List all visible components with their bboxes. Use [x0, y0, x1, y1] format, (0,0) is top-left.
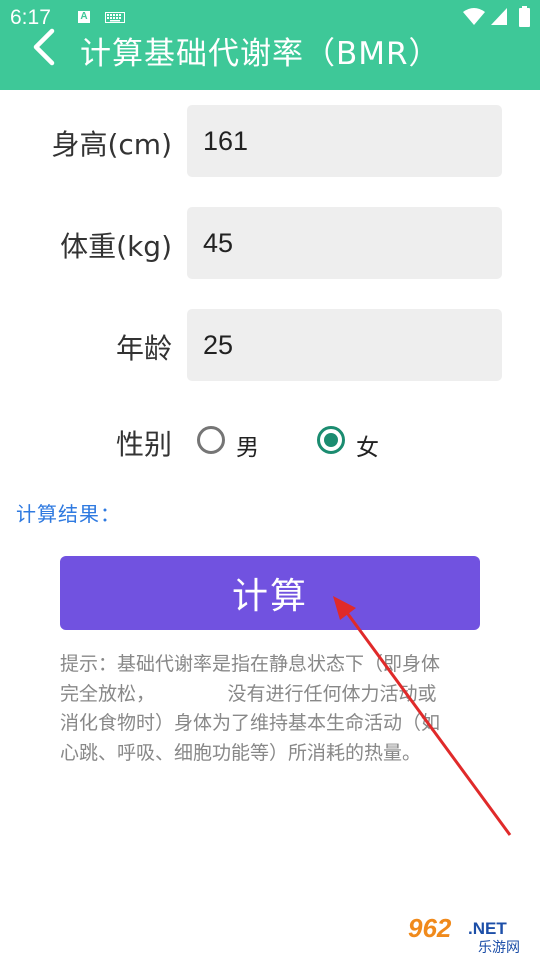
hint-line: 心跳、呼吸、细胞功能等）所消耗的热量。 — [60, 741, 422, 764]
status-time: 6:17 — [10, 6, 51, 29]
chevron-left-icon[interactable] — [30, 28, 58, 66]
page-title: 计算基础代谢率（BMR） — [80, 36, 441, 72]
result-label: 计算结果： — [16, 502, 121, 526]
height-input[interactable] — [187, 105, 502, 177]
notification-a-icon: A — [78, 11, 90, 23]
watermark-suffix: .NET — [468, 919, 507, 938]
gender-female-radio[interactable] — [316, 425, 346, 455]
watermark-caption: 乐游网 — [478, 940, 520, 956]
weight-label: 体重(kg) — [60, 230, 172, 263]
hint-line: 完全放松， 没有进行任何体力活动或 — [60, 682, 437, 705]
hint-line: 消化食物时）身体为了维持基本生命活动（如 — [60, 712, 441, 734]
height-label: 身高(cm) — [51, 128, 172, 161]
wifi-icon — [463, 8, 485, 25]
keyboard-icon — [105, 12, 125, 23]
age-label: 年龄 — [115, 332, 172, 365]
watermark-number: 962 — [408, 913, 452, 943]
signal-icon — [491, 8, 507, 25]
gender-female-label[interactable]: 女 — [356, 428, 379, 462]
age-input[interactable] — [187, 309, 502, 381]
gender-male-label[interactable]: 男 — [236, 428, 259, 462]
hint-text: 提示：基础代谢率是指在静息状态下（即身体 完全放松， 没有进行任何体力活动或 消… — [60, 650, 488, 768]
hint-line: 提示：基础代谢率是指在静息状态下（即身体 — [60, 653, 441, 675]
weight-input[interactable] — [187, 207, 502, 279]
gender-label: 性别 — [115, 428, 172, 461]
gender-male-radio[interactable] — [196, 425, 226, 455]
battery-icon — [519, 6, 530, 27]
site-watermark-logo: 962 .NET 乐游网 — [402, 912, 536, 956]
calculate-button[interactable]: 计算 — [60, 556, 480, 630]
app-header: 6:17 A 计算基础代谢率（BMR） — [0, 0, 540, 90]
